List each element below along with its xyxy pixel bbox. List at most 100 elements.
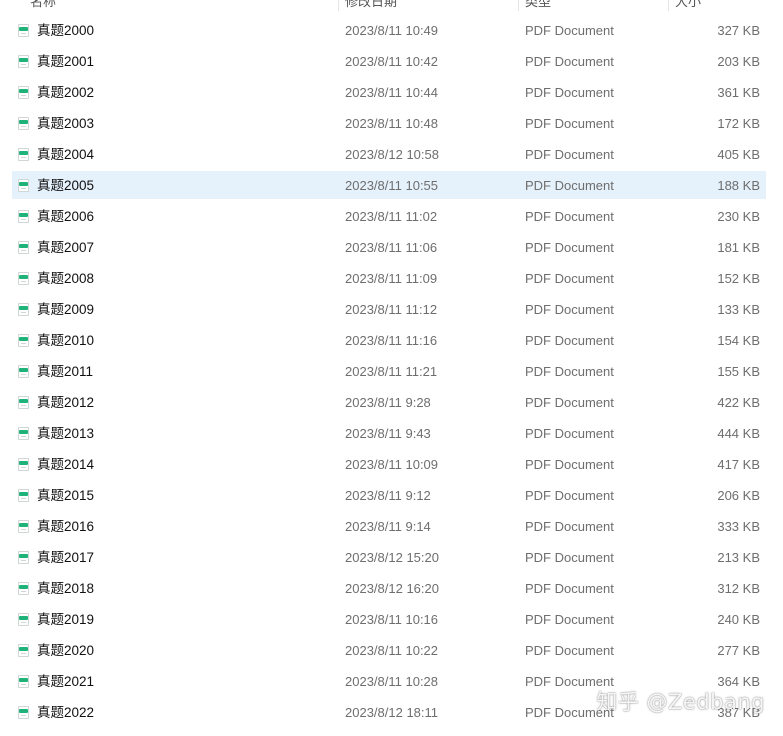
file-type: PDF Document (525, 271, 614, 286)
file-name: 真题2006 (37, 209, 95, 224)
file-row[interactable]: 真题2015 2023/8/11 9:12 PDF Document 206 KB (0, 480, 783, 511)
file-size: 312 KB (717, 581, 760, 596)
file-size: 155 KB (717, 364, 760, 379)
file-row[interactable]: 真题2005 2023/8/11 10:55 PDF Document 188 KB (0, 170, 783, 201)
file-size: 213 KB (717, 550, 760, 565)
pdf-file-icon (18, 365, 29, 378)
file-name: 真题2005 (37, 178, 95, 193)
pdf-file-icon (18, 179, 29, 192)
pdf-file-icon (18, 241, 29, 254)
column-header-date[interactable]: 修改日期 (345, 0, 397, 10)
file-type: PDF Document (525, 426, 614, 441)
file-size: 203 KB (717, 54, 760, 69)
pdf-file-icon (18, 334, 29, 347)
pdf-file-icon (18, 489, 29, 502)
watermark: 知乎 @Zedbang (596, 690, 765, 714)
file-row[interactable]: 真题2017 2023/8/12 15:20 PDF Document 213 KB (0, 542, 783, 573)
file-modified-date: 2023/8/12 15:20 (345, 550, 439, 565)
file-modified-date: 2023/8/11 10:09 (345, 457, 439, 472)
file-row[interactable]: 真题2016 2023/8/11 9:14 PDF Document 333 KB (0, 511, 783, 542)
column-divider[interactable] (338, 0, 339, 11)
file-name: 真题2019 (37, 612, 95, 627)
file-row[interactable]: 真题2018 2023/8/12 16:20 PDF Document 312 KB (0, 573, 783, 604)
file-name: 真题2021 (37, 674, 95, 689)
file-size: 181 KB (717, 240, 760, 255)
column-header-name[interactable]: 名称 (30, 0, 56, 10)
file-type: PDF Document (525, 147, 614, 162)
file-size: 133 KB (717, 302, 760, 317)
file-row[interactable]: 真题2002 2023/8/11 10:44 PDF Document 361 KB (0, 77, 783, 108)
column-divider[interactable] (518, 0, 519, 11)
column-header: 名称 修改日期 类型 大小 (0, 0, 783, 11)
pdf-file-icon (18, 396, 29, 409)
pdf-file-icon (18, 148, 29, 161)
file-type: PDF Document (525, 209, 614, 224)
file-size: 277 KB (717, 643, 760, 658)
file-modified-date: 2023/8/11 9:14 (345, 519, 431, 534)
file-name: 真题2017 (37, 550, 95, 565)
file-modified-date: 2023/8/11 10:44 (345, 85, 439, 100)
file-type: PDF Document (525, 457, 614, 472)
pdf-file-icon (18, 675, 29, 688)
pdf-file-icon (18, 272, 29, 285)
file-size: 206 KB (717, 488, 760, 503)
file-size: 230 KB (717, 209, 760, 224)
file-row[interactable]: 真题2001 2023/8/11 10:42 PDF Document 203 KB (0, 46, 783, 77)
file-size: 188 KB (717, 178, 760, 193)
file-size: 361 KB (717, 85, 760, 100)
file-type: PDF Document (525, 178, 614, 193)
file-modified-date: 2023/8/11 11:12 (345, 302, 438, 317)
file-name: 真题2000 (37, 23, 95, 38)
pdf-file-icon (18, 458, 29, 471)
file-row[interactable]: 真题2004 2023/8/12 10:58 PDF Document 405 KB (0, 139, 783, 170)
file-row[interactable]: 真题2020 2023/8/11 10:22 PDF Document 277 KB (0, 635, 783, 666)
file-modified-date: 2023/8/11 10:22 (345, 643, 439, 658)
file-type: PDF Document (525, 395, 614, 410)
file-type: PDF Document (525, 23, 614, 38)
file-name: 真题2008 (37, 271, 95, 286)
file-row[interactable]: 真题2008 2023/8/11 11:09 PDF Document 152 KB (0, 263, 783, 294)
file-row[interactable]: 真题2019 2023/8/11 10:16 PDF Document 240 KB (0, 604, 783, 635)
file-modified-date: 2023/8/11 10:42 (345, 54, 439, 69)
pdf-file-icon (18, 86, 29, 99)
file-modified-date: 2023/8/11 10:16 (345, 612, 439, 627)
file-row[interactable]: 真题2000 2023/8/11 10:49 PDF Document 327 KB (0, 15, 783, 46)
file-row[interactable]: 真题2009 2023/8/11 11:12 PDF Document 133 KB (0, 294, 783, 325)
file-modified-date: 2023/8/11 10:48 (345, 116, 439, 131)
file-size: 417 KB (717, 457, 760, 472)
file-size: 405 KB (717, 147, 760, 162)
file-name: 真题2014 (37, 457, 95, 472)
file-modified-date: 2023/8/11 11:21 (345, 364, 438, 379)
file-size: 152 KB (717, 271, 760, 286)
file-size: 333 KB (717, 519, 760, 534)
file-row[interactable]: 真题2003 2023/8/11 10:48 PDF Document 172 KB (0, 108, 783, 139)
column-divider[interactable] (668, 0, 669, 11)
file-modified-date: 2023/8/12 10:58 (345, 147, 439, 162)
file-type: PDF Document (525, 643, 614, 658)
file-name: 真题2004 (37, 147, 95, 162)
file-name: 真题2011 (37, 364, 94, 379)
file-row[interactable]: 真题2012 2023/8/11 9:28 PDF Document 422 KB (0, 387, 783, 418)
file-size: 422 KB (717, 395, 760, 410)
column-header-size[interactable]: 大小 (675, 0, 701, 10)
file-name: 真题2015 (37, 488, 95, 503)
file-size: 240 KB (717, 612, 760, 627)
pdf-file-icon (18, 24, 29, 37)
file-modified-date: 2023/8/11 11:02 (345, 209, 438, 224)
file-type: PDF Document (525, 240, 614, 255)
file-row[interactable]: 真题2006 2023/8/11 11:02 PDF Document 230 KB (0, 201, 783, 232)
file-row[interactable]: 真题2014 2023/8/11 10:09 PDF Document 417 KB (0, 449, 783, 480)
file-row[interactable]: 真题2013 2023/8/11 9:43 PDF Document 444 KB (0, 418, 783, 449)
file-type: PDF Document (525, 519, 614, 534)
pdf-file-icon (18, 210, 29, 223)
file-row[interactable]: 真题2010 2023/8/11 11:16 PDF Document 154 KB (0, 325, 783, 356)
column-header-type[interactable]: 类型 (525, 0, 551, 10)
file-row[interactable]: 真题2007 2023/8/11 11:06 PDF Document 181 KB (0, 232, 783, 263)
file-name: 真题2022 (37, 705, 95, 720)
pdf-file-icon (18, 551, 29, 564)
file-modified-date: 2023/8/12 16:20 (345, 581, 439, 596)
file-row[interactable]: 真题2011 2023/8/11 11:21 PDF Document 155 KB (0, 356, 783, 387)
file-type: PDF Document (525, 612, 614, 627)
file-modified-date: 2023/8/11 10:28 (345, 674, 439, 689)
file-modified-date: 2023/8/11 9:43 (345, 426, 431, 441)
